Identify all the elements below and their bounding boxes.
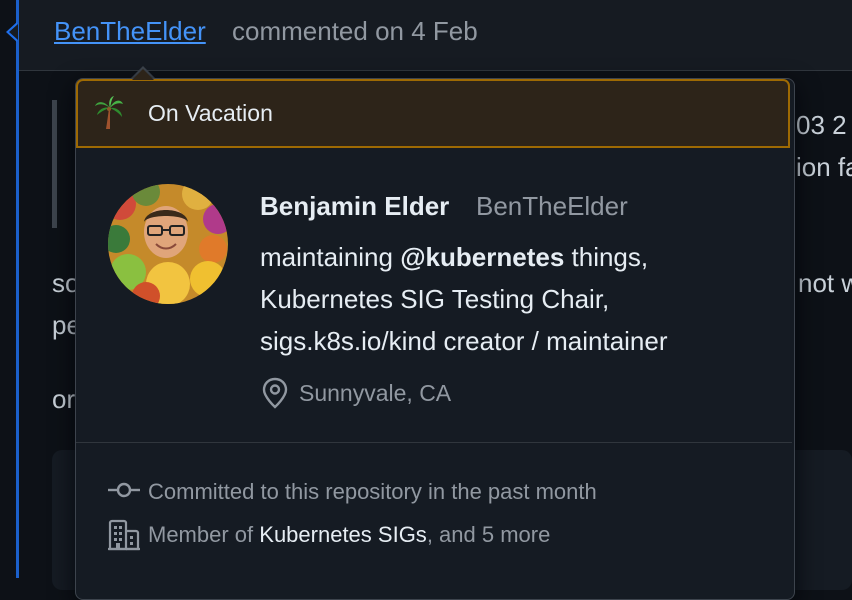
timeline-line xyxy=(16,0,19,578)
comment-author-link[interactable]: BenTheElder xyxy=(54,16,206,47)
comment-timestamp: commented on 4 Feb xyxy=(232,16,478,46)
location-pin-icon xyxy=(262,377,288,409)
user-full-name[interactable]: Benjamin Elder xyxy=(260,191,449,222)
organization-icon xyxy=(108,519,140,551)
status-text: On Vacation xyxy=(148,100,273,126)
palm-tree-icon xyxy=(95,96,123,129)
user-login[interactable]: BenTheElder xyxy=(476,191,628,222)
background-text: 03 2 xyxy=(796,110,847,140)
hovercard-divider xyxy=(76,442,792,443)
background-text: not w xyxy=(798,268,852,298)
background-text: ion fa xyxy=(796,152,852,182)
avatar[interactable] xyxy=(108,184,228,304)
user-bio-line-2: Kubernetes SIG Testing Chair, xyxy=(260,284,610,314)
org-mention-link[interactable]: @kubernetes xyxy=(400,242,564,272)
git-commit-icon xyxy=(108,482,140,498)
user-bio-line-3: sigs.k8s.io/kind creator / maintainer xyxy=(260,326,668,356)
background-text: or xyxy=(52,384,76,414)
blockquote-bar xyxy=(52,100,57,228)
user-bio-line-1: maintaining @kubernetes things, xyxy=(260,242,649,272)
user-location: Sunnyvale, CA xyxy=(299,380,452,406)
membership-text: Member of Kubernetes SIGs, and 5 more xyxy=(148,522,551,547)
commit-activity-text: Committed to this repository in the past… xyxy=(148,479,597,504)
org-link[interactable]: Kubernetes SIGs xyxy=(259,522,427,547)
